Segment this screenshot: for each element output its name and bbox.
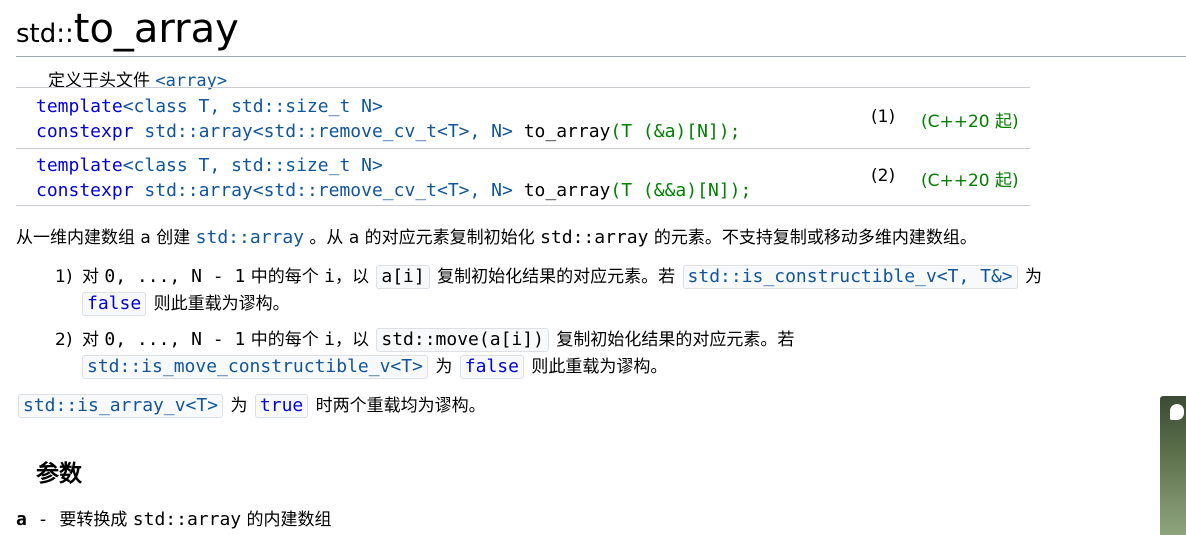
decl2-function-name: to_array — [512, 180, 611, 201]
title-name: to_array — [73, 6, 239, 52]
note-chip-true: true — [254, 394, 309, 418]
item1-text: 对 — [82, 267, 105, 287]
item1-chip-false: false — [82, 292, 147, 316]
item2-line2: std::is_move_constructible_v<T> 为 false … — [82, 354, 667, 380]
item1-chip-is-constructible[interactable]: std::is_constructible_v<T, T&> — [682, 265, 1018, 289]
item1-line1: 对 0, ..., N - 1 中的每个 i，以 a[i] 复制初始化结果的对应… — [82, 264, 1042, 290]
item2-range-code: 0, ..., N - 1 — [104, 329, 246, 350]
item2-number: 2) — [55, 330, 73, 350]
intro-paragraph: 从一维内建数组 a 创建 std::array 。从 a 的对应元素复制初始化 … — [16, 225, 977, 251]
item1-chip-ai: a[i] — [376, 265, 430, 289]
decl2-return-type-n: N> — [480, 180, 513, 201]
chat-bubble-icon — [1170, 404, 1184, 420]
item2-line1: 对 0, ..., N - 1 中的每个 i，以 std::move(a[i])… — [82, 327, 794, 353]
intro-text-1: 从一维内建数组 a 创建 — [16, 228, 196, 248]
item2-text: 对 — [82, 330, 105, 350]
intro-code-std-array-link[interactable]: std::array — [196, 227, 304, 248]
item1-text: 为 — [1019, 267, 1043, 287]
note-chip-is-array[interactable]: std::is_array_v<T> — [18, 394, 224, 418]
note-paragraph: std::is_array_v<T> 为 true 时两个重载均为谬构。 — [18, 393, 486, 419]
decl1-template-params: <class T, std::size_t N> — [122, 96, 383, 117]
title-divider — [16, 56, 1186, 57]
item2-text: 为 — [429, 357, 458, 377]
decl1-number: (1) — [871, 107, 896, 127]
item1-index-code: i — [324, 266, 335, 287]
param-code: std::array — [132, 509, 242, 530]
item2-text: ，以 — [334, 330, 375, 350]
item2-chip-is-move-constructible[interactable]: std::is_move_constructible_v<T> — [82, 355, 428, 379]
param-separator: - — [26, 509, 60, 530]
decl2-return-type: std::array<std::remove_cv_t<T>, — [144, 180, 481, 201]
declaration-2: template<class T, std::size_t N> constex… — [36, 153, 751, 203]
decl2-version: (C++20 起) — [921, 171, 1019, 191]
param-desc-2: 的内建数组 — [241, 510, 332, 530]
item2-index-code: i — [324, 329, 335, 350]
param-desc-1: 要转换成 — [59, 510, 133, 530]
item1-number: 1) — [55, 267, 73, 287]
decl2-template-params: <class T, std::size_t N> — [122, 155, 383, 176]
item2-text: 则此重载为谬构。 — [525, 357, 668, 377]
intro-text-2: 。从 a 的对应元素复制初始化 — [304, 228, 541, 248]
intro-text-3: 的元素。不支持复制或移动多维内建数组。 — [648, 228, 977, 248]
note-text: 时两个重载均为谬构。 — [310, 396, 486, 416]
decl2-template-keyword: template — [36, 155, 123, 176]
item2-text: 中的每个 — [245, 330, 325, 350]
item2-chip-false: false — [459, 355, 524, 379]
declaration-1: template<class T, std::size_t N> constex… — [36, 94, 740, 144]
item2-chip-std-move[interactable]: std::move(a[i]) — [376, 328, 549, 352]
header-file-link[interactable]: <array> — [155, 71, 227, 91]
item1-text: 复制初始化结果的对应元素。若 — [431, 267, 681, 287]
decl1-return-type-n: N> — [480, 121, 513, 142]
title-namespace: std:: — [16, 19, 74, 49]
param-name: a — [16, 509, 27, 530]
header-label: 定义于头文件 — [48, 71, 150, 91]
decl-divider — [16, 205, 1030, 206]
intro-code-std-array: std::array — [540, 227, 649, 248]
decl2-number: (2) — [871, 166, 896, 186]
note-text: 为 — [225, 396, 253, 416]
item1-line2: false 则此重载为谬构。 — [82, 291, 290, 317]
decl1-return-type: std::array<std::remove_cv_t<T>, — [144, 121, 481, 142]
item1-text: 则此重载为谬构。 — [148, 294, 290, 314]
decl1-template-keyword: template — [36, 96, 123, 117]
decl2-params: (T (&&a)[N]); — [610, 180, 752, 201]
decl1-params: (T (&a)[N]); — [610, 121, 741, 142]
decl2-constexpr-keyword: constexpr — [36, 180, 134, 201]
item2-text: 复制初始化结果的对应元素。若 — [550, 330, 795, 350]
item1-range-code: 0, ..., N - 1 — [104, 266, 246, 287]
item1-text: 中的每个 — [245, 267, 325, 287]
decl1-function-name: to_array — [512, 121, 611, 142]
page-title: std::to_array — [16, 6, 239, 52]
decl-divider — [16, 87, 1030, 88]
decl-divider — [16, 148, 1030, 149]
decl1-version: (C++20 起) — [921, 112, 1019, 132]
parameter-row: a - 要转换成 std::array 的内建数组 — [16, 505, 332, 530]
parameters-heading: 参数 — [36, 461, 82, 487]
decl1-constexpr-keyword: constexpr — [36, 121, 134, 142]
side-feedback-widget[interactable] — [1160, 396, 1186, 535]
item1-text: ，以 — [334, 267, 375, 287]
